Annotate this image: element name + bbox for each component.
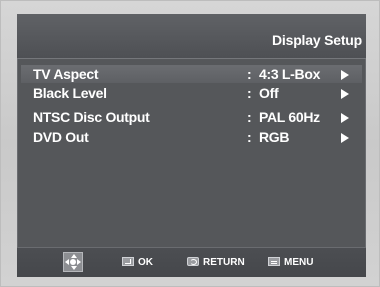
menu-item-label: Black Level [33, 85, 107, 101]
page-title: Display Setup [272, 32, 362, 48]
menu-item-separator: : [247, 85, 252, 101]
menu-label: MENU [284, 257, 314, 268]
menu-item-label: NTSC Disc Output [33, 109, 150, 125]
osd-footer: OK RETURN MENU [17, 247, 366, 277]
osd-header: Display Setup [17, 14, 366, 59]
menu-item-value: PAL 60Hz [259, 109, 320, 125]
dpad-left-icon [65, 259, 69, 265]
menu-item-dvd-out[interactable]: DVD Out : RGB [21, 128, 362, 146]
osd-screen: Display Setup TV Aspect : 4:3 L-Box Blac… [17, 14, 366, 277]
right-arrow-icon [341, 133, 349, 143]
menu-button-icon [268, 256, 280, 266]
right-arrow-icon [341, 89, 349, 99]
right-arrow-icon [341, 113, 349, 123]
menu-item-ntsc-disc-output[interactable]: NTSC Disc Output : PAL 60Hz [21, 108, 362, 126]
menu-item-label: DVD Out [33, 129, 89, 145]
menu-item-black-level[interactable]: Black Level : Off [21, 84, 362, 102]
menu-item-value: 4:3 L-Box [259, 66, 321, 82]
menu-item-separator: : [247, 66, 252, 82]
ok-button-icon [122, 256, 134, 266]
dpad-center-icon [70, 259, 76, 265]
dpad-down-icon [71, 266, 77, 270]
menu-item-tv-aspect[interactable]: TV Aspect : 4:3 L-Box [21, 65, 362, 83]
menu-button[interactable]: MENU [268, 256, 314, 268]
return-button[interactable]: RETURN [187, 256, 245, 268]
ok-label: OK [138, 257, 153, 268]
return-label: RETURN [203, 257, 245, 268]
tv-frame: Display Setup TV Aspect : 4:3 L-Box Blac… [0, 0, 380, 287]
return-button-icon [187, 256, 199, 266]
dpad-up-icon [71, 254, 77, 258]
menu-item-label: TV Aspect [33, 66, 99, 82]
dpad-icon [63, 252, 83, 272]
dpad-right-icon [77, 259, 81, 265]
menu-item-value: Off [259, 85, 279, 101]
menu-item-separator: : [247, 109, 252, 125]
ok-button[interactable]: OK [122, 256, 153, 268]
right-arrow-icon [341, 70, 349, 80]
menu-item-value: RGB [259, 129, 290, 145]
menu-item-separator: : [247, 129, 252, 145]
